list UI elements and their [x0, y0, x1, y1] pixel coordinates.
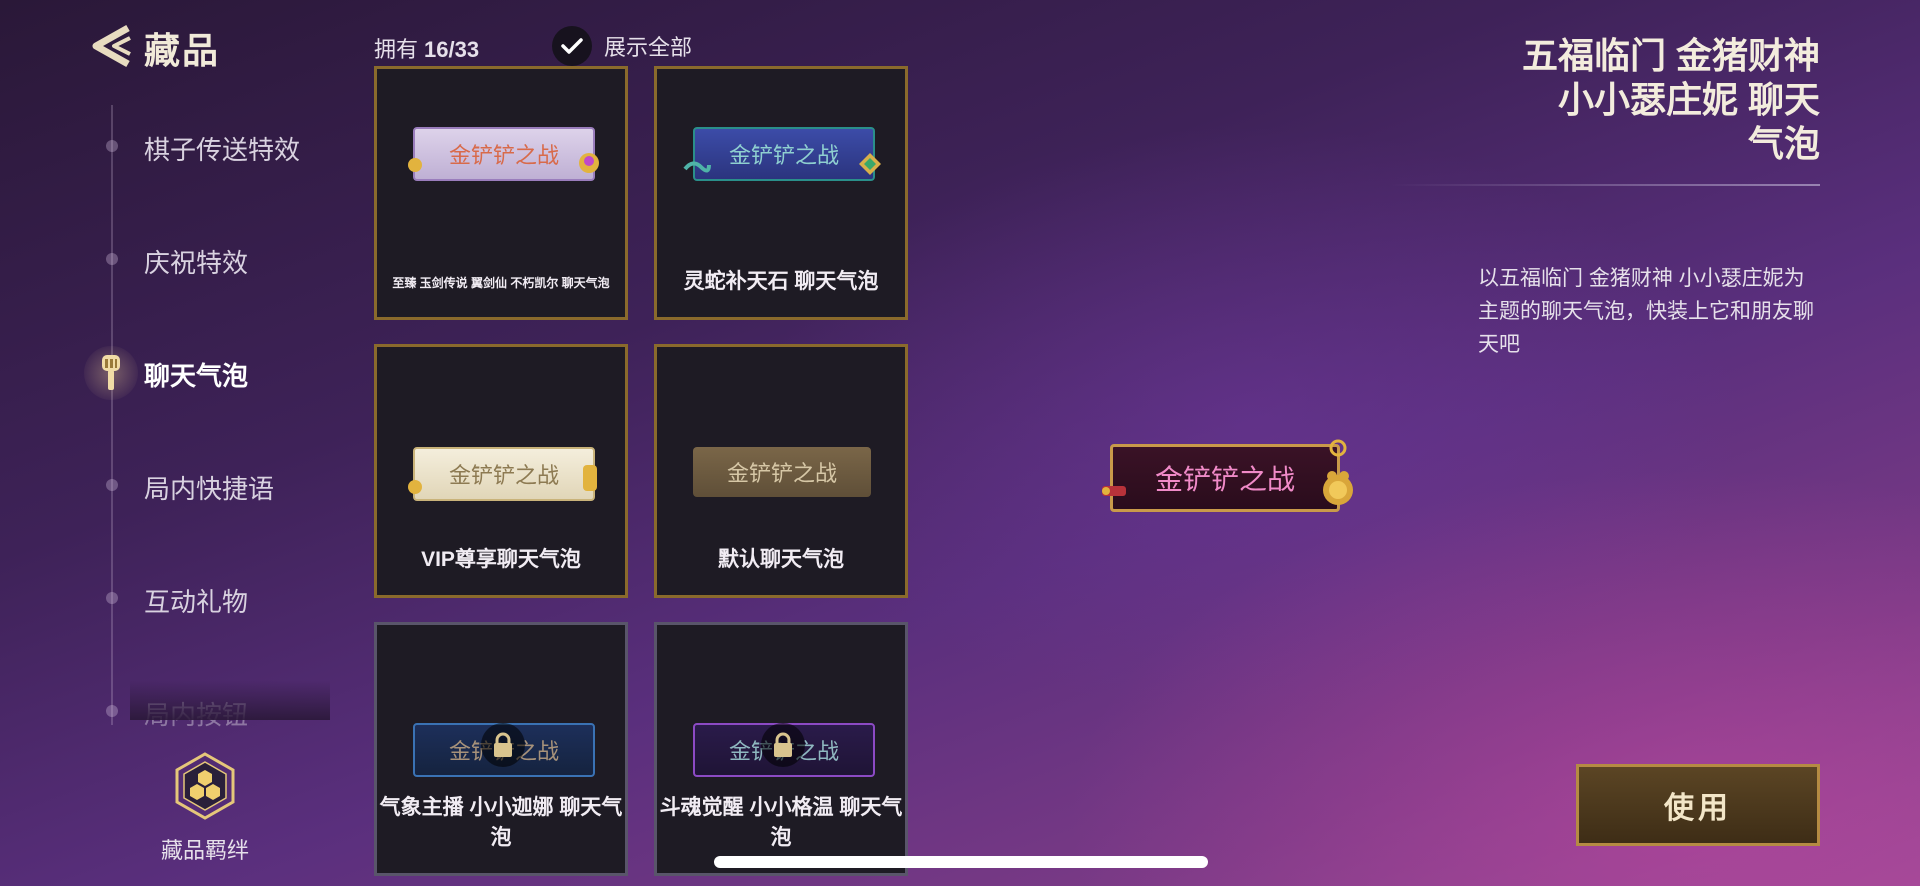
bubble-preview: 金铲铲之战	[408, 447, 597, 501]
gold-ornament-icon	[583, 465, 597, 491]
gold-ornament-icon	[408, 158, 422, 172]
detail-title-line: 气泡	[1747, 123, 1820, 164]
bubble-text: 金铲铲之战	[693, 127, 875, 181]
chat-bubble-card-locked[interactable]: 金铲铲之战 斗魂觉醒 小小格温 聊天气泡	[654, 622, 908, 876]
active-indicator	[84, 346, 138, 400]
checkmark-icon	[561, 38, 583, 54]
collection-bonds-label: 藏品羁绊	[160, 838, 249, 863]
sidebar-track	[111, 105, 113, 725]
chat-bubble-card[interactable]: 金铲铲之战 灵蛇补天石 聊天气泡	[654, 66, 908, 320]
sidebar-item-celebration[interactable]: 庆祝特效	[144, 243, 248, 280]
owned-label: 拥有	[374, 37, 419, 62]
sidebar-fade	[130, 680, 330, 720]
sidebar-dot	[106, 140, 118, 152]
lock-badge	[481, 723, 525, 767]
card-label: 默认聊天气泡	[718, 548, 844, 571]
chat-bubble-card[interactable]: 金铲铲之战 至臻 玉剑传说 翼剑仙 不朽凯尔 聊天气泡	[374, 66, 628, 320]
bubble-text: 金铲铲之战	[413, 127, 595, 181]
chat-bubble-card[interactable]: 金铲铲之战 VIP尊享聊天气泡	[374, 344, 628, 598]
snake-ornament-icon	[683, 161, 711, 173]
hexagon-bonds-icon	[175, 752, 235, 820]
owned-counter: 拥有 16/33	[374, 32, 479, 64]
lock-icon	[774, 732, 792, 757]
preview-bubble-text: 金铲铲之战	[1110, 444, 1340, 512]
card-label: 灵蛇补天石 聊天气泡	[683, 270, 879, 293]
bubble-preview: 金铲铲之战	[693, 447, 871, 497]
divider	[1390, 184, 1820, 186]
use-button[interactable]: 使用	[1576, 764, 1820, 846]
show-all-toggle[interactable]: 展示全部	[552, 26, 692, 66]
use-button-label: 使用	[1664, 792, 1732, 825]
sidebar-item-quick-chat[interactable]: 局内快捷语	[144, 469, 274, 506]
sidebar-dot	[106, 479, 118, 491]
sidebar-dot	[106, 705, 118, 717]
page-title: 藏品	[144, 30, 221, 71]
scroll-ornament-icon	[1102, 486, 1126, 496]
card-label: VIP尊享聊天气泡	[421, 548, 581, 571]
card-label: 至臻 玉剑传说 翼剑仙 不朽凯尔 聊天气泡	[392, 276, 610, 290]
detail-title-line: 小小瑟庄妮 聊天	[1557, 79, 1820, 120]
back-arrow-icon	[92, 24, 131, 68]
sidebar-dot	[106, 253, 118, 265]
bubble-preview: 金铲铲之战	[408, 127, 599, 181]
gem-ornament-icon	[859, 153, 881, 175]
detail-description: 以五福临门 金猪财神 小小瑟庄妮为主题的聊天气泡，快装上它和朋友聊天吧	[1478, 267, 1814, 356]
collection-bonds-button[interactable]: 藏品羁绊	[160, 752, 250, 865]
lock-icon	[494, 732, 512, 757]
detail-title-line: 五福临门 金猪财神	[1521, 35, 1820, 76]
bubble-text: 金铲铲之战	[693, 447, 871, 497]
card-label: 斗魂觉醒 小小格温 聊天气泡	[659, 796, 903, 849]
home-indicator[interactable]	[714, 856, 1208, 868]
card-label: 气象主播 小小迦娜 聊天气泡	[379, 796, 623, 849]
sidebar-item-chat-bubble[interactable]: 聊天气泡	[144, 356, 248, 393]
gem-ornament-icon	[579, 153, 599, 173]
chat-bubble-card-locked[interactable]: 金铲铲之战 气象主播 小小迦娜 聊天气泡	[374, 622, 628, 876]
back-button[interactable]	[88, 24, 144, 68]
show-all-label: 展示全部	[604, 35, 693, 60]
detail-title: 五福临门 金猪财神 小小瑟庄妮 聊天 气泡	[1460, 34, 1820, 166]
gold-pig-icon	[1323, 471, 1353, 505]
checkbox[interactable]	[552, 26, 592, 66]
owned-count: 16/33	[424, 37, 480, 62]
sidebar-dot	[106, 592, 118, 604]
coin-ornament-icon	[1329, 439, 1347, 457]
spatula-icon	[102, 355, 120, 390]
bubble-text: 金铲铲之战	[413, 447, 595, 501]
sidebar-item-piece-teleport[interactable]: 棋子传送特效	[144, 130, 300, 167]
selected-bubble-preview: 金铲铲之战	[1102, 439, 1353, 512]
gold-ornament-icon	[408, 480, 422, 494]
lock-badge	[761, 723, 805, 767]
sidebar-item-gifts[interactable]: 互动礼物	[144, 582, 248, 619]
bubble-preview: 金铲铲之战	[683, 127, 881, 181]
chat-bubble-card[interactable]: 金铲铲之战 默认聊天气泡	[654, 344, 908, 598]
